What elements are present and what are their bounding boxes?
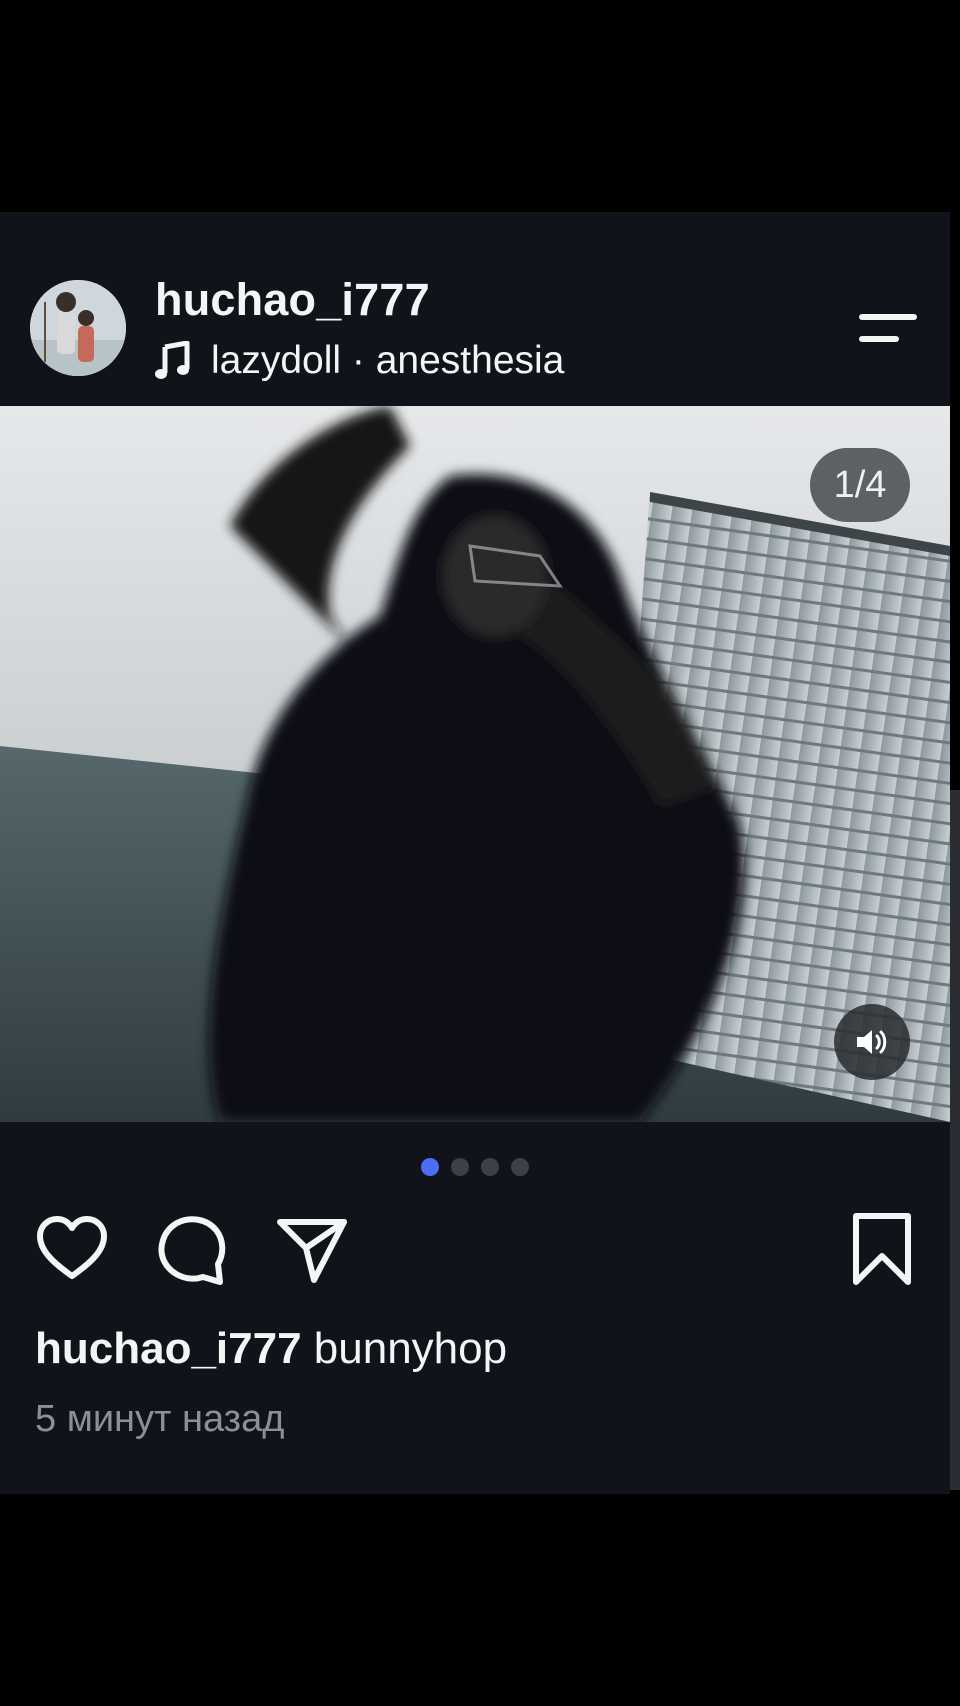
post-actions [0,1210,950,1310]
bookmark-icon[interactable] [842,1210,922,1290]
menu-icon[interactable] [855,308,917,352]
post-media[interactable]: 1/4 [0,406,950,1122]
music-label: lazydoll · anesthesia [211,339,565,382]
carousel-dot [421,1158,439,1176]
carousel-dot [511,1158,529,1176]
post-photo [0,406,950,1122]
post-header: huchao_i777 lazydoll · anesthesia [0,212,950,406]
adjacent-card-edge [950,790,960,1490]
heart-icon[interactable] [32,1210,112,1290]
carousel-dot [451,1158,469,1176]
avatar[interactable] [30,280,126,376]
send-icon[interactable] [272,1210,352,1290]
carousel-dot [481,1158,499,1176]
music-info[interactable]: lazydoll · anesthesia [155,336,564,386]
caption-username[interactable]: huchao_i777 [35,1324,302,1373]
caption-text: bunnyhop [313,1324,508,1373]
post-username[interactable]: huchao_i777 [155,274,430,326]
post-card: huchao_i777 lazydoll · anesthesia 1/4 hu… [0,212,950,1494]
volume-icon[interactable] [834,1004,910,1080]
speaker-icon [857,1030,887,1054]
comment-icon[interactable] [152,1210,232,1290]
carousel-indicator [0,1158,950,1176]
music-note-icon [155,341,190,379]
media-counter: 1/4 [810,448,910,522]
post-timestamp: 5 минут назад [35,1398,285,1440]
post-caption: huchao_i777 bunnyhop [35,1324,507,1374]
